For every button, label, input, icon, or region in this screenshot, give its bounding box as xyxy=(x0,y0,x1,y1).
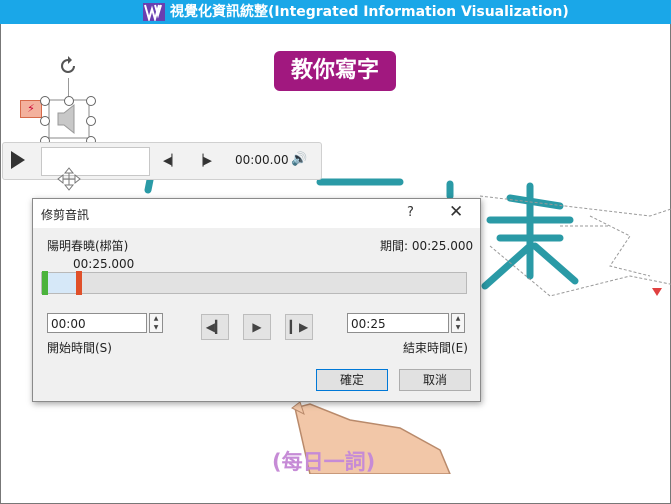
trim-slider[interactable] xyxy=(41,271,467,295)
animation-trigger-icon[interactable]: ⚡ xyxy=(20,100,42,118)
rotate-connector xyxy=(68,78,69,96)
selection-handle[interactable] xyxy=(86,116,96,126)
step-forward-icon[interactable]: ▕▶ xyxy=(195,154,212,167)
help-button[interactable]: ? xyxy=(407,205,414,220)
previous-frame-button[interactable]: ◀▎ xyxy=(201,314,229,340)
slide-badge: 教你寫字 xyxy=(274,51,396,91)
step-back-icon[interactable]: ◀▏ xyxy=(163,154,180,167)
next-frame-button[interactable]: ▎▶ xyxy=(285,314,313,340)
ok-button[interactable]: 確定 xyxy=(316,369,388,391)
close-icon[interactable]: ✕ xyxy=(449,202,463,222)
title-bar: 視覺化資訊統整(Integrated Information Visualiza… xyxy=(0,0,671,24)
selection-handle[interactable] xyxy=(40,116,50,126)
dialog-title: 修剪音訊 xyxy=(41,208,90,222)
end-time-label: 結束時間(E) xyxy=(403,341,468,355)
marker-time: 00:25.000 xyxy=(73,257,135,271)
playback-time: 00:00.00 xyxy=(235,153,289,167)
cancel-button[interactable]: 取消 xyxy=(399,369,471,391)
audio-duration: 期間: 00:25.000 xyxy=(380,239,474,253)
start-marker-handle[interactable] xyxy=(42,271,48,295)
media-player-bar: ◀▏ ▕▶ 00:00.00 🔊 xyxy=(2,142,322,180)
selection-handle[interactable] xyxy=(64,96,74,106)
audio-filename: 陽明春曉(梆笛) xyxy=(47,239,129,253)
vv-logo-icon xyxy=(143,3,165,21)
play-button[interactable]: ▶ xyxy=(243,314,271,340)
trim-selection xyxy=(46,273,80,293)
end-marker-handle[interactable] xyxy=(76,271,82,295)
play-icon[interactable] xyxy=(11,151,25,169)
start-time-input[interactable]: 00:00 xyxy=(47,313,147,333)
footer-caption: (每日一詞) xyxy=(272,450,376,474)
selection-handle[interactable] xyxy=(40,96,50,106)
end-time-spinner[interactable]: ▲ ▼ xyxy=(451,313,465,333)
start-time-spinner[interactable]: ▲ ▼ xyxy=(149,313,163,333)
start-time-label: 開始時間(S) xyxy=(47,341,112,355)
end-time-input[interactable]: 00:25 xyxy=(347,313,449,333)
volume-icon[interactable]: 🔊 xyxy=(291,152,307,167)
dialog-header: 修剪音訊 ? ✕ xyxy=(33,199,480,228)
rotate-icon[interactable] xyxy=(56,54,80,78)
trim-audio-dialog: 修剪音訊 ? ✕ 陽明春曉(梆笛) 期間: 00:25.000 00:25.00… xyxy=(32,198,481,402)
selection-handle[interactable] xyxy=(86,96,96,106)
move-icon[interactable] xyxy=(56,166,82,192)
window-title: 視覺化資訊統整(Integrated Information Visualiza… xyxy=(170,4,569,20)
